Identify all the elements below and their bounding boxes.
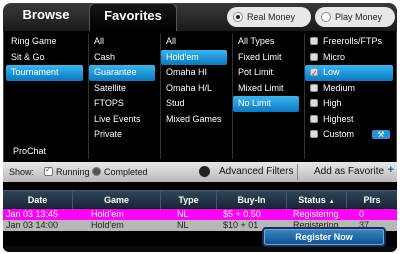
cell-game: Hold'em (91, 209, 124, 219)
stakes-list: Freerolls/FTPs Micro Low Medium High Hig… (304, 34, 396, 159)
cell-date: Jan 03 13:45 (6, 209, 59, 219)
top-tab-bar: Browse Favorites Real Money Play Money (3, 3, 397, 31)
radio-icon (233, 12, 243, 22)
filter-stud[interactable]: Stud (161, 96, 230, 112)
tab-favorites[interactable]: Favorites (89, 3, 177, 31)
checkbox-icon[interactable] (310, 83, 318, 92)
stake-high[interactable]: High (305, 96, 396, 112)
show-bar: Show: Running Completed Advanced Filters… (3, 162, 397, 182)
completed-label: Completed (104, 167, 148, 177)
stake-micro[interactable]: Micro (305, 50, 396, 66)
prochat-link[interactable]: ProChat (13, 146, 46, 156)
table-row[interactable]: Jan 03 13:45 Hold'em NL $5 + 0.50 Regist… (3, 209, 397, 220)
running-label: Running (56, 167, 90, 177)
cell-buyin: $5 + 0.50 (223, 209, 261, 219)
filter-sit-and-go[interactable]: Sit & Go (6, 50, 86, 66)
filter-ring-game[interactable]: Ring Game (6, 34, 86, 50)
cell-status: Registering (293, 209, 339, 219)
stake-low[interactable]: Low (305, 65, 393, 82)
filter-all[interactable]: All (89, 34, 158, 50)
checkbox-icon[interactable] (310, 99, 318, 107)
stake-label: Highest (323, 113, 354, 124)
show-label: Show: (9, 167, 35, 177)
cell-game: Hold'em (91, 220, 124, 230)
col-buyin[interactable]: Buy-In (217, 191, 287, 209)
cell-type: NL (177, 220, 189, 230)
game-category-list: Ring Game Sit & Go Tournament ProChat (6, 34, 86, 159)
filter-guarantee[interactable]: Guarantee (89, 65, 155, 81)
filter-mixed-games[interactable]: Mixed Games (161, 112, 230, 128)
stake-label: Freerolls/FTPs (323, 36, 383, 46)
col-type[interactable]: Type (161, 191, 217, 209)
col-players[interactable]: Plrs (347, 191, 397, 209)
game-list: All Hold'em Omaha HI Omaha H/L Stud Mixe… (160, 34, 230, 159)
play-money-label: Play Money (335, 12, 383, 22)
add-favorite-button[interactable]: Add as Favorite (314, 166, 384, 177)
col-date[interactable]: Date (3, 191, 73, 209)
stake-label: High (323, 98, 342, 108)
checkbox-icon[interactable] (310, 66, 318, 82)
cell-buyin: $10 + 01 (223, 220, 259, 230)
stake-freerolls[interactable]: Freerolls/FTPs (305, 34, 396, 50)
advanced-filters-button[interactable]: Advanced Filters (219, 166, 293, 177)
stake-label: Custom (323, 129, 355, 139)
tab-browse[interactable]: Browse (3, 3, 89, 31)
sort-arrow-icon: ▲ (328, 199, 335, 205)
stake-label: Micro (323, 51, 345, 62)
filter-ftops[interactable]: FTOPS (89, 96, 158, 112)
real-money-radio[interactable]: Real Money (227, 7, 311, 27)
play-money-radio[interactable]: Play Money (315, 7, 395, 27)
checkbox-icon[interactable] (310, 52, 318, 61)
stake-label: Medium (323, 82, 356, 93)
lobby-window: Browse Favorites Real Money Play Money R… (0, 0, 400, 254)
col-status-label: Status (298, 195, 326, 205)
filter-satellite[interactable]: Satellite (89, 81, 158, 97)
plus-icon[interactable]: + (388, 164, 394, 176)
filter-all-types[interactable]: All Types (233, 34, 302, 50)
filter-pot-limit[interactable]: Pot Limit (233, 65, 302, 81)
completed-checkbox[interactable] (92, 167, 101, 176)
stake-label: Low (323, 67, 340, 77)
filter-mixed-limit[interactable]: Mixed Limit (233, 81, 302, 97)
filter-private[interactable]: Private (89, 127, 158, 143)
filter-omaha-hl[interactable]: Omaha H/L (161, 81, 230, 97)
running-checkbox[interactable] (44, 165, 53, 176)
filter-tournament[interactable]: Tournament (6, 65, 83, 81)
radio-icon (321, 12, 331, 22)
filter-game-all[interactable]: All (161, 34, 230, 50)
col-status[interactable]: Status ▲ (287, 191, 347, 209)
col-game[interactable]: Game (73, 191, 161, 209)
stake-medium[interactable]: Medium (305, 81, 396, 97)
table-header: Date Game Type Buy-In Status ▲ Plrs (3, 190, 397, 209)
checkbox-icon[interactable] (310, 114, 318, 123)
register-now-button[interactable]: Register Now (262, 227, 386, 247)
filter-no-limit[interactable]: No Limit (233, 96, 299, 112)
limit-list: All Types Fixed Limit Pot Limit Mixed Li… (232, 34, 302, 159)
filter-panel: Ring Game Sit & Go Tournament ProChat Al… (3, 31, 397, 162)
cell-date: Jan 03 14:00 (6, 220, 59, 230)
checkbox-icon[interactable] (310, 130, 318, 138)
tournament-type-list: All Cash Guarantee Satellite FTOPS Live … (88, 34, 158, 159)
real-money-label: Real Money (247, 12, 296, 22)
cell-type: NL (177, 209, 189, 219)
divider (297, 164, 298, 180)
filter-live-events[interactable]: Live Events (89, 112, 158, 128)
stake-highest[interactable]: Highest (305, 112, 396, 128)
checkbox-icon[interactable] (310, 37, 318, 45)
filter-cash[interactable]: Cash (89, 50, 158, 66)
advanced-filters-icon[interactable] (199, 166, 210, 177)
wrench-icon[interactable]: ⚒ (372, 130, 390, 139)
filter-holdem[interactable]: Hold'em (161, 49, 227, 65)
filter-fixed-limit[interactable]: Fixed Limit (233, 50, 302, 66)
cell-players: 0 (359, 209, 365, 219)
filter-omaha-hi[interactable]: Omaha HI (161, 65, 230, 81)
